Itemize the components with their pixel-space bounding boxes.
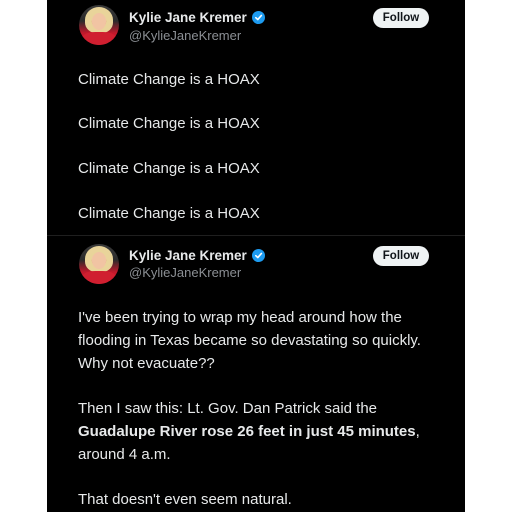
avatar-face: [92, 252, 106, 269]
author-name-text[interactable]: Kylie Jane Kremer: [129, 10, 247, 25]
author-name[interactable]: Kylie Jane Kremer: [129, 10, 265, 25]
tweet-text-line: Climate Change is a HOAX: [78, 115, 260, 132]
post-screenshot-panel: Kylie Jane Kremer @KylieJaneKremer Follo…: [47, 0, 465, 512]
avatar[interactable]: [79, 5, 119, 45]
avatar-shirt: [81, 32, 117, 45]
avatar-face: [92, 13, 106, 30]
avatar-shirt: [81, 271, 117, 284]
tweet-paragraph: Then I saw this: Lt. Gov. Dan Patrick sa…: [78, 397, 450, 466]
author-handle[interactable]: @KylieJaneKremer: [129, 265, 241, 280]
author-name[interactable]: Kylie Jane Kremer: [129, 248, 265, 263]
tweet-text-line: Climate Change is a HOAX: [78, 160, 260, 177]
author-name-text[interactable]: Kylie Jane Kremer: [129, 248, 247, 263]
tweet-text-line: Climate Change is a HOAX: [78, 71, 260, 88]
tweet-paragraph: I've been trying to wrap my head around …: [78, 309, 421, 372]
paragraph-text: Then I saw this: Lt. Gov. Dan Patrick sa…: [78, 400, 378, 417]
follow-button[interactable]: Follow: [373, 246, 429, 266]
tweet-paragraph: That doesn't even seem natural.: [78, 491, 292, 508]
follow-button[interactable]: Follow: [373, 8, 429, 28]
avatar[interactable]: [79, 244, 119, 284]
verified-badge-icon: [251, 249, 265, 262]
emphasized-text: Guadalupe River rose 26 feet in just 45 …: [78, 423, 416, 440]
tweet-2[interactable]: Kylie Jane Kremer @KylieJaneKremer Follo…: [47, 236, 465, 512]
verified-badge-icon: [251, 11, 265, 24]
tweet-1[interactable]: Kylie Jane Kremer @KylieJaneKremer Follo…: [47, 0, 465, 236]
tweet-body: I've been trying to wrap my head around …: [78, 306, 450, 512]
tweet-text-line: Climate Change is a HOAX: [78, 205, 260, 222]
author-handle[interactable]: @KylieJaneKremer: [129, 28, 241, 43]
